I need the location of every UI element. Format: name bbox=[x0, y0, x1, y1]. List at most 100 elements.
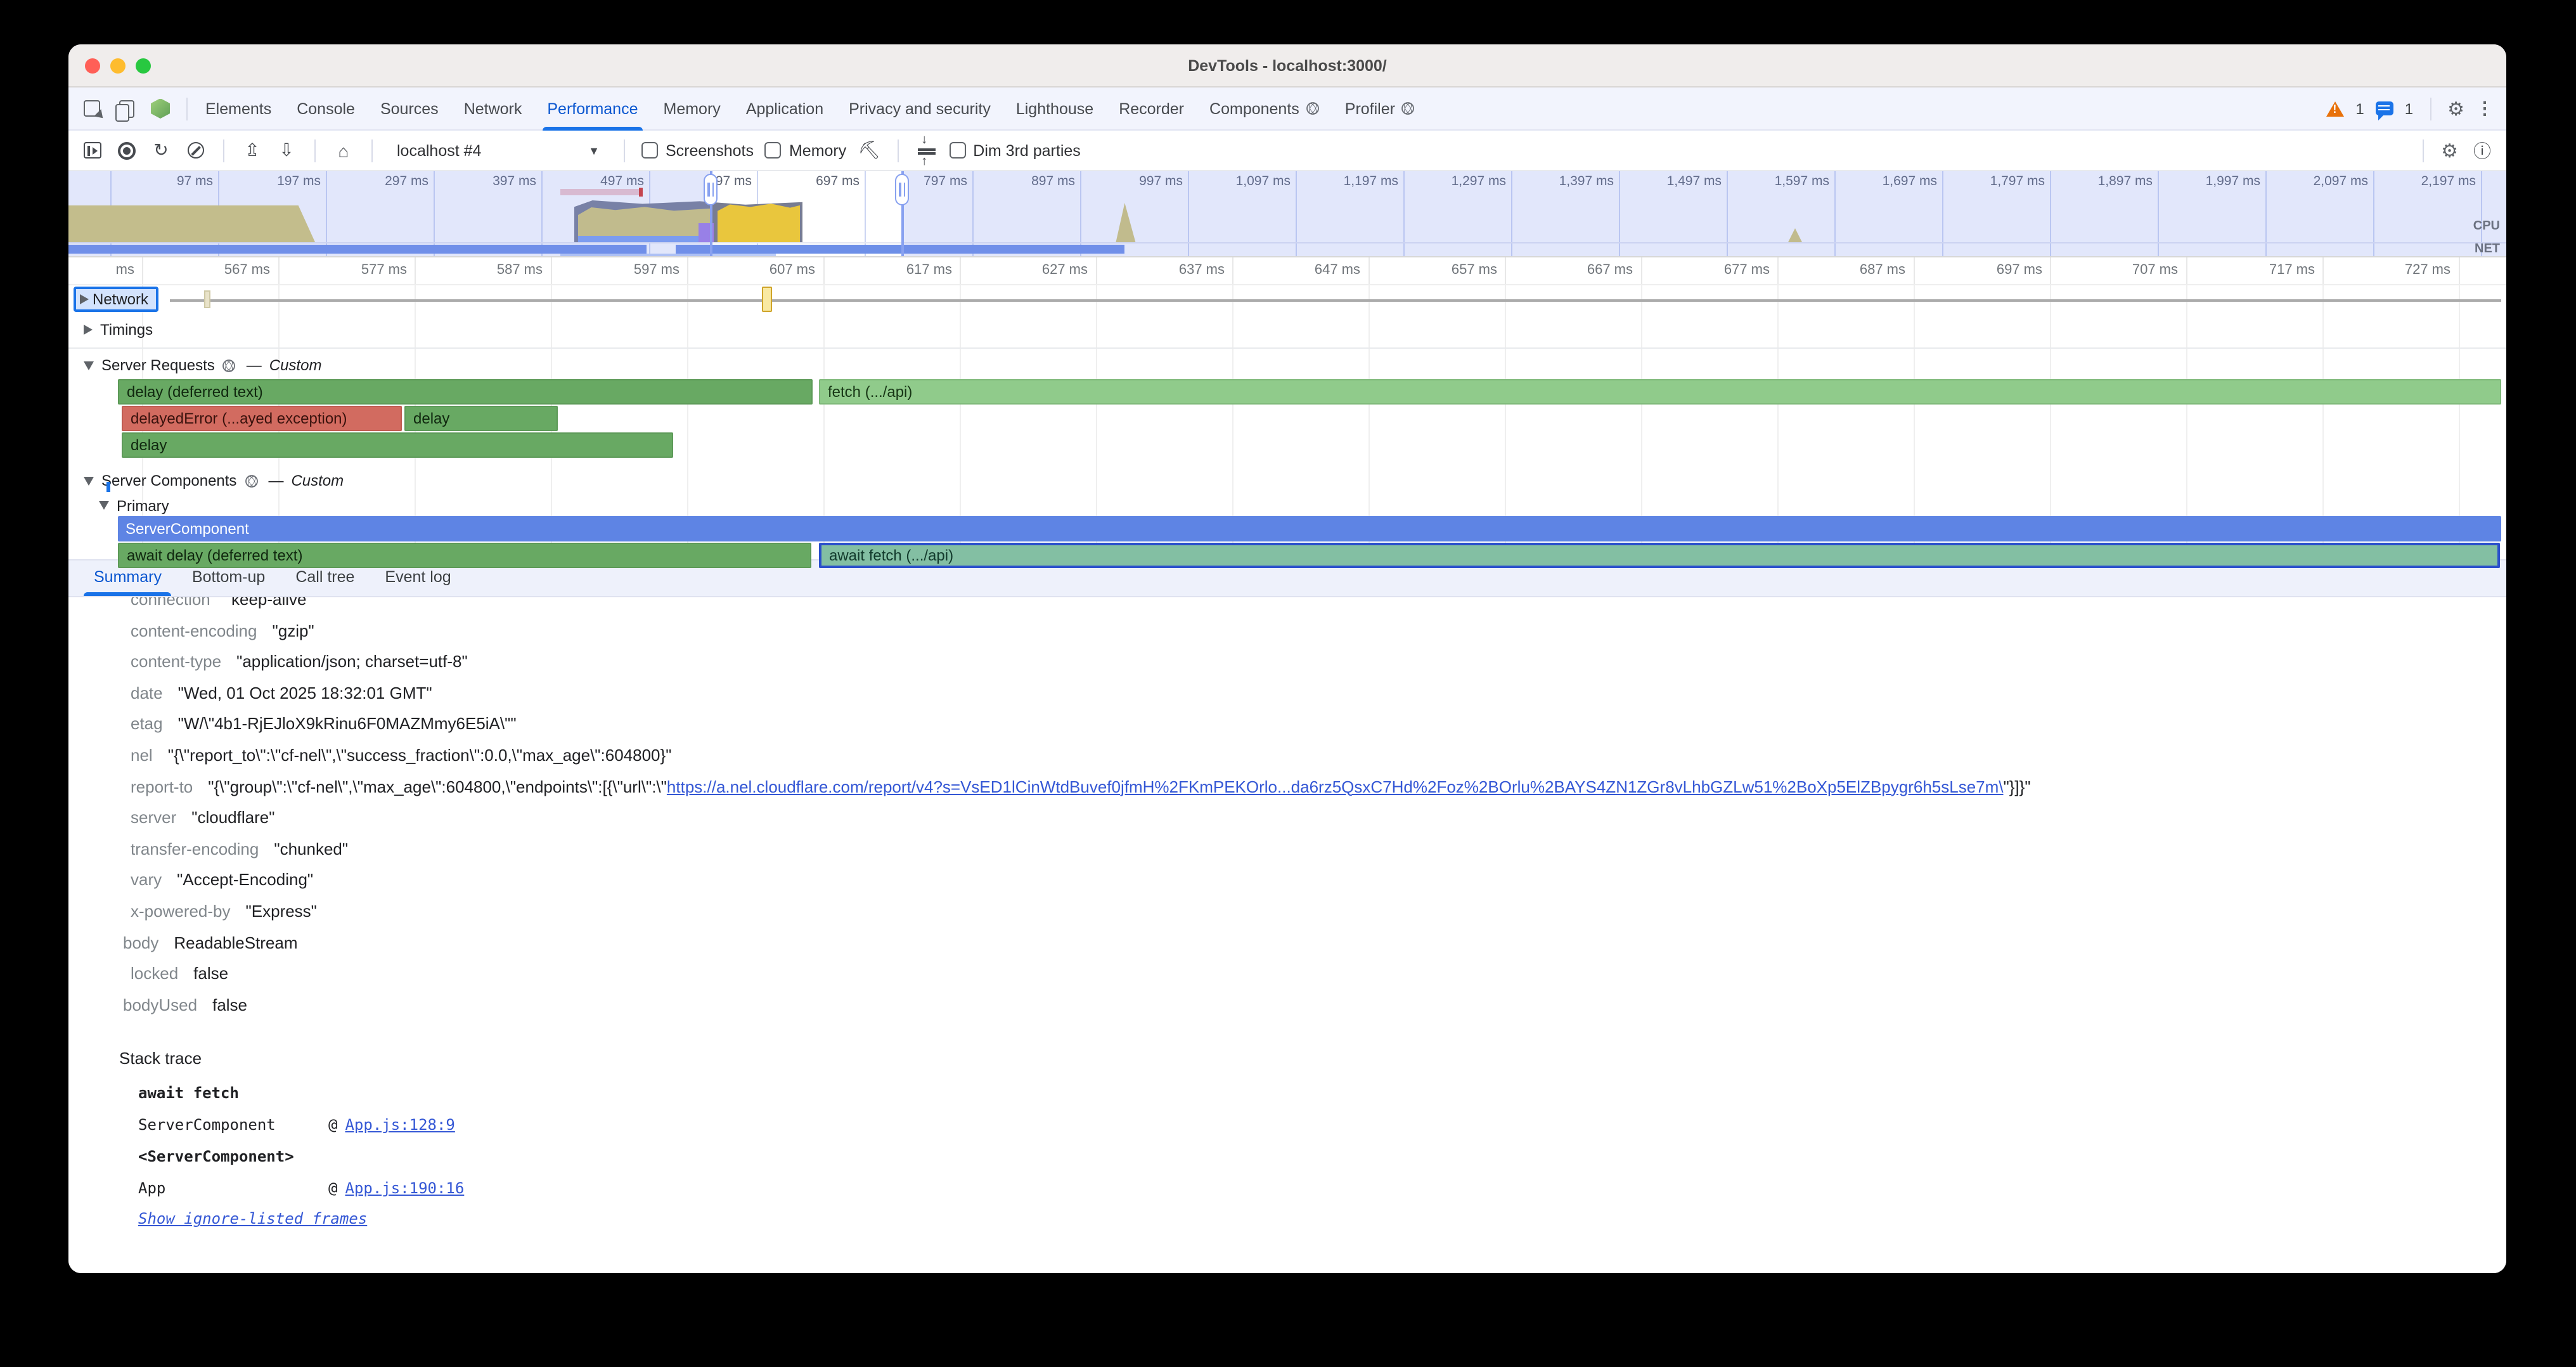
report-to-link[interactable]: https://a.nel.cloudflare.com/report/v4?s… bbox=[667, 777, 2004, 796]
help-icon[interactable]: ⓘ bbox=[2471, 139, 2494, 162]
stack-trace-title: Stack trace bbox=[119, 1049, 2506, 1068]
inspect-element-icon[interactable] bbox=[81, 98, 103, 119]
tab-profiler[interactable]: Profiler bbox=[1332, 87, 1428, 130]
tab-call-tree[interactable]: Call tree bbox=[280, 558, 370, 596]
record-icon[interactable] bbox=[115, 139, 138, 162]
warning-icon[interactable] bbox=[2326, 101, 2344, 116]
react-atom-icon bbox=[1402, 102, 1415, 115]
divider bbox=[624, 139, 625, 162]
header-row-server: server"cloudflare" bbox=[123, 803, 2506, 834]
header-row-etag: etag"W/\"4b1-RjEJloX9kRinu6F0MAZMmy6E5iA… bbox=[123, 709, 2506, 741]
server-requests-track-header[interactable]: Server Requests — Custom bbox=[68, 351, 2506, 379]
divider bbox=[314, 139, 316, 162]
ruler-tick: 607 ms bbox=[714, 262, 815, 278]
tab-event-log[interactable]: Event log bbox=[370, 558, 466, 596]
flame-bar-server-component[interactable]: ServerComponent bbox=[118, 516, 2501, 541]
stack-frame: App @ App.js:190:16 bbox=[138, 1174, 2506, 1205]
stack-frame: ServerComponent @ App.js:128:9 bbox=[138, 1110, 2506, 1142]
tab-sources[interactable]: Sources bbox=[368, 87, 451, 130]
settings-gear-icon[interactable]: ⚙ bbox=[2447, 97, 2464, 120]
tab-network[interactable]: Network bbox=[451, 87, 535, 130]
divider bbox=[186, 97, 188, 120]
header-row-content-type: content-type"application/json; charset=u… bbox=[123, 647, 2506, 678]
overview-dim-left bbox=[68, 171, 710, 256]
flame-bar-delay-2[interactable]: delay bbox=[404, 406, 558, 431]
flame-bar-await-fetch-selected[interactable]: await fetch (.../api) bbox=[819, 543, 2500, 568]
window-handle-right[interactable] bbox=[901, 171, 904, 256]
load-profile-icon[interactable]: ⇫ bbox=[241, 139, 264, 162]
ruler-tick: 647 ms bbox=[1259, 262, 1360, 278]
server-components-track-header[interactable]: Server Components — Custom bbox=[68, 467, 2506, 495]
issues-icon[interactable] bbox=[2376, 101, 2393, 115]
history-dropdown[interactable]: localhost #4 ▼ bbox=[389, 138, 607, 163]
tab-console[interactable]: Console bbox=[284, 87, 368, 130]
device-toolbar-icon[interactable] bbox=[115, 98, 137, 119]
tab-privacy-and-security[interactable]: Privacy and security bbox=[836, 87, 1003, 130]
ruler-tick: 657 ms bbox=[1396, 262, 1497, 278]
tab-performance[interactable]: Performance bbox=[534, 87, 650, 130]
chevron-down-icon bbox=[84, 361, 94, 370]
header-row-nel: nel"{\"report_to\":\"cf-nel\",\"success_… bbox=[123, 741, 2506, 772]
warning-count: 1 bbox=[2355, 100, 2364, 117]
network-request-selected[interactable] bbox=[762, 287, 772, 312]
divider bbox=[371, 139, 373, 162]
show-ignore-listed-frames-link[interactable]: Show ignore-listed frames bbox=[138, 1210, 367, 1228]
tab-application[interactable]: Application bbox=[733, 87, 836, 130]
network-track-toggle[interactable]: Network bbox=[74, 287, 158, 312]
header-row-report-to: report-to"{\"group\":\"cf-nel\",\"max_ag… bbox=[123, 772, 2506, 803]
tab-memory[interactable]: Memory bbox=[651, 87, 733, 130]
source-location-link[interactable]: App.js:128:9 bbox=[345, 1110, 454, 1142]
node-hexagon-icon[interactable] bbox=[150, 98, 171, 119]
save-profile-icon[interactable]: ⇩ bbox=[275, 139, 298, 162]
capture-settings-gear-icon[interactable]: ⚙ bbox=[2441, 139, 2458, 162]
react-atom-icon bbox=[245, 474, 258, 487]
ruler-tick: ms bbox=[68, 262, 134, 278]
react-atom-icon bbox=[1306, 102, 1319, 115]
timeline-overview[interactable]: 97 ms 197 ms 297 ms 397 ms 497 ms 597 ms… bbox=[68, 171, 2506, 257]
overview-dim-right bbox=[904, 171, 2506, 256]
timings-track-toggle[interactable]: Timings bbox=[68, 320, 153, 338]
clear-icon[interactable] bbox=[184, 139, 207, 162]
react-atom-icon bbox=[223, 359, 236, 372]
server-requests-row-3: delay bbox=[68, 432, 2506, 459]
stack-frame: await fetch bbox=[138, 1079, 2506, 1110]
tab-elements[interactable]: Elements bbox=[193, 87, 284, 130]
primary-track-header[interactable]: Primary bbox=[68, 495, 2506, 516]
overview-tick: 697 ms bbox=[761, 174, 860, 189]
ruler-tick: 597 ms bbox=[578, 262, 679, 278]
header-row-vary: vary"Accept-Encoding" bbox=[123, 865, 2506, 897]
toggle-sidebar-icon[interactable] bbox=[81, 139, 104, 162]
flame-bar-delayed-error[interactable]: delayedError (...ayed exception) bbox=[122, 406, 402, 431]
tab-summary[interactable]: Summary bbox=[79, 558, 177, 596]
ruler-tick: 627 ms bbox=[986, 262, 1088, 278]
more-options-icon[interactable]: ⋮ bbox=[2476, 98, 2494, 119]
network-request-mini[interactable] bbox=[204, 290, 210, 308]
collect-garbage-icon[interactable]: ⛏ bbox=[858, 139, 880, 162]
flame-chart-tracks: Network Timings Server Requests — Custom… bbox=[68, 285, 2506, 559]
flame-bar-delay-3[interactable]: delay bbox=[122, 432, 673, 458]
ruler-tick: 637 ms bbox=[1123, 262, 1225, 278]
record-and-reload-icon[interactable]: ↻ bbox=[150, 139, 172, 162]
checkbox-box bbox=[641, 142, 658, 159]
shortcuts-dialog-icon[interactable] bbox=[915, 139, 937, 162]
flame-bar-delay-deferred[interactable]: delay (deferred text) bbox=[118, 379, 813, 405]
header-row-connection: connection"keep-alive" bbox=[123, 597, 2506, 616]
memory-checkbox[interactable]: Memory bbox=[765, 141, 846, 159]
prop-row-locked: lockedfalse bbox=[123, 959, 2506, 990]
divider bbox=[897, 139, 898, 162]
chevron-down-icon bbox=[99, 501, 109, 510]
flame-bar-fetch-api[interactable]: fetch (.../api) bbox=[819, 379, 2501, 405]
window-handle-left[interactable] bbox=[710, 171, 712, 256]
summary-pane: connection"keep-alive" content-encoding"… bbox=[68, 597, 2506, 1273]
tab-components[interactable]: Components bbox=[1197, 87, 1332, 130]
header-row-x-powered-by: x-powered-by"Express" bbox=[123, 897, 2506, 928]
live-metrics-home-icon[interactable]: ⌂ bbox=[332, 139, 355, 162]
chevron-down-icon bbox=[84, 476, 94, 485]
source-location-link[interactable]: App.js:190:16 bbox=[345, 1174, 464, 1205]
tab-recorder[interactable]: Recorder bbox=[1106, 87, 1197, 130]
screenshots-checkbox[interactable]: Screenshots bbox=[641, 141, 754, 159]
timeline-ruler: ms 567 ms 577 ms 587 ms 597 ms 607 ms 61… bbox=[68, 257, 2506, 285]
tab-lighthouse[interactable]: Lighthouse bbox=[1003, 87, 1106, 130]
tab-bottom-up[interactable]: Bottom-up bbox=[177, 558, 280, 596]
dim-3rd-parties-checkbox[interactable]: Dim 3rd parties bbox=[949, 141, 1081, 159]
